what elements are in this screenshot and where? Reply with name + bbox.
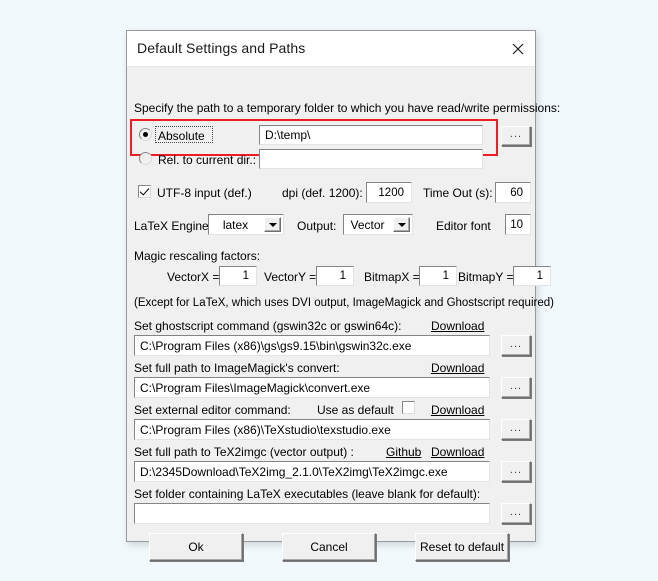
radio-absolute-label: Absolute <box>158 129 205 143</box>
reset-to-default-button[interactable]: Reset to default <box>415 533 509 561</box>
vectorx-input[interactable]: 1 <box>219 266 257 286</box>
rescaling-heading: Magic rescaling factors: <box>134 249 261 263</box>
dpi-input[interactable]: 1200 <box>366 182 412 203</box>
ellipsis-icon: ... <box>509 463 523 476</box>
chevron-down-icon[interactable] <box>393 217 410 232</box>
utf8-checkbox[interactable] <box>138 185 151 198</box>
vectory-input[interactable]: 1 <box>316 266 354 286</box>
editor-browse-button[interactable]: ... <box>501 419 531 440</box>
dpi-label: dpi (def. 1200): <box>282 186 363 200</box>
editor-download-link[interactable]: Download <box>431 403 484 417</box>
use-as-default-label: Use as default <box>317 403 394 417</box>
editor-font-label: Editor font <box>436 219 491 233</box>
output-label: Output: <box>297 219 337 233</box>
imagemagick-browse-button[interactable]: ... <box>501 377 531 398</box>
output-select[interactable]: Vector <box>343 214 413 235</box>
latex-folder-label: Set folder containing LaTeX executables … <box>134 487 481 501</box>
editor-font-input[interactable]: 10 <box>505 214 531 235</box>
tex2imgc-download-link[interactable]: Download <box>431 445 484 459</box>
tex2imgc-browse-button[interactable]: ... <box>501 461 531 482</box>
output-value: Vector <box>350 217 385 232</box>
timeout-input[interactable]: 60 <box>495 182 531 203</box>
latex-engine-value: latex <box>222 217 249 232</box>
rescaling-note: (Except for LaTeX, which uses DVI output… <box>134 297 554 309</box>
title-bar: Default Settings and Paths <box>127 31 535 67</box>
tex2imgc-github-link[interactable]: Github <box>386 445 421 459</box>
cancel-button[interactable]: Cancel <box>282 533 376 561</box>
ghostscript-input[interactable]: C:\Program Files (x86)\gs\gs9.15\bin\gsw… <box>134 335 490 356</box>
close-icon[interactable] <box>501 31 535 66</box>
bitmapy-label: BitmapY = <box>458 270 514 284</box>
radio-absolute[interactable] <box>139 128 152 141</box>
ghostscript-browse-button[interactable]: ... <box>501 335 531 356</box>
latex-engine-select[interactable]: latex <box>208 214 284 235</box>
ghostscript-download-link[interactable]: Download <box>431 319 484 333</box>
bitmapy-input[interactable]: 1 <box>513 266 551 286</box>
ellipsis-icon: ... <box>509 379 523 392</box>
radio-relative-label: Rel. to current dir.: .\ <box>158 153 267 167</box>
utf8-label: UTF-8 input (def.) <box>157 186 252 200</box>
ellipsis-icon: ... <box>509 337 523 350</box>
dialog-body: Specify the path to a temporary folder t… <box>127 67 560 561</box>
latex-folder-input[interactable] <box>134 503 490 524</box>
latex-engine-label: LaTeX Engine: <box>134 219 213 233</box>
ellipsis-icon: ... <box>509 421 523 434</box>
ellipsis-icon: ... <box>509 505 523 518</box>
relative-path-input[interactable] <box>259 149 483 169</box>
use-as-default-checkbox[interactable] <box>402 401 415 414</box>
window-title: Default Settings and Paths <box>137 40 306 56</box>
latex-folder-browse-button[interactable]: ... <box>501 503 531 524</box>
imagemagick-download-link[interactable]: Download <box>431 361 484 375</box>
editor-label: Set external editor command: <box>134 403 291 417</box>
tex2imgc-input[interactable]: D:\2345Download\TeX2img_2.1.0\TeX2img\Te… <box>134 461 490 482</box>
chevron-down-icon[interactable] <box>264 217 281 232</box>
ellipsis-icon: ... <box>509 128 523 140</box>
ghostscript-label: Set ghostscript command (gswin32c or gsw… <box>134 319 402 333</box>
radio-relative[interactable] <box>139 152 152 165</box>
editor-input[interactable]: C:\Program Files (x86)\TeXstudio\texstud… <box>134 419 490 440</box>
settings-dialog: Default Settings and Paths Specify the p… <box>126 30 560 561</box>
ok-button[interactable]: Ok <box>149 533 243 561</box>
bitmapx-input[interactable]: 1 <box>419 266 457 286</box>
timeout-label: Time Out (s): <box>423 186 493 200</box>
absolute-path-browse-button[interactable]: ... <box>501 126 531 146</box>
temp-folder-instruction: Specify the path to a temporary folder t… <box>134 101 561 115</box>
imagemagick-input[interactable]: C:\Program Files\ImageMagick\convert.exe <box>134 377 490 398</box>
vectory-label: VectorY = <box>264 270 317 284</box>
vectorx-label: VectorX = <box>167 270 220 284</box>
absolute-path-input[interactable]: D:\temp\ <box>259 125 483 145</box>
bitmapx-label: BitmapX = <box>364 270 420 284</box>
tex2imgc-label: Set full path to TeX2imgc (vector output… <box>134 445 354 459</box>
imagemagick-label: Set full path to ImageMagick's convert: <box>134 361 340 375</box>
